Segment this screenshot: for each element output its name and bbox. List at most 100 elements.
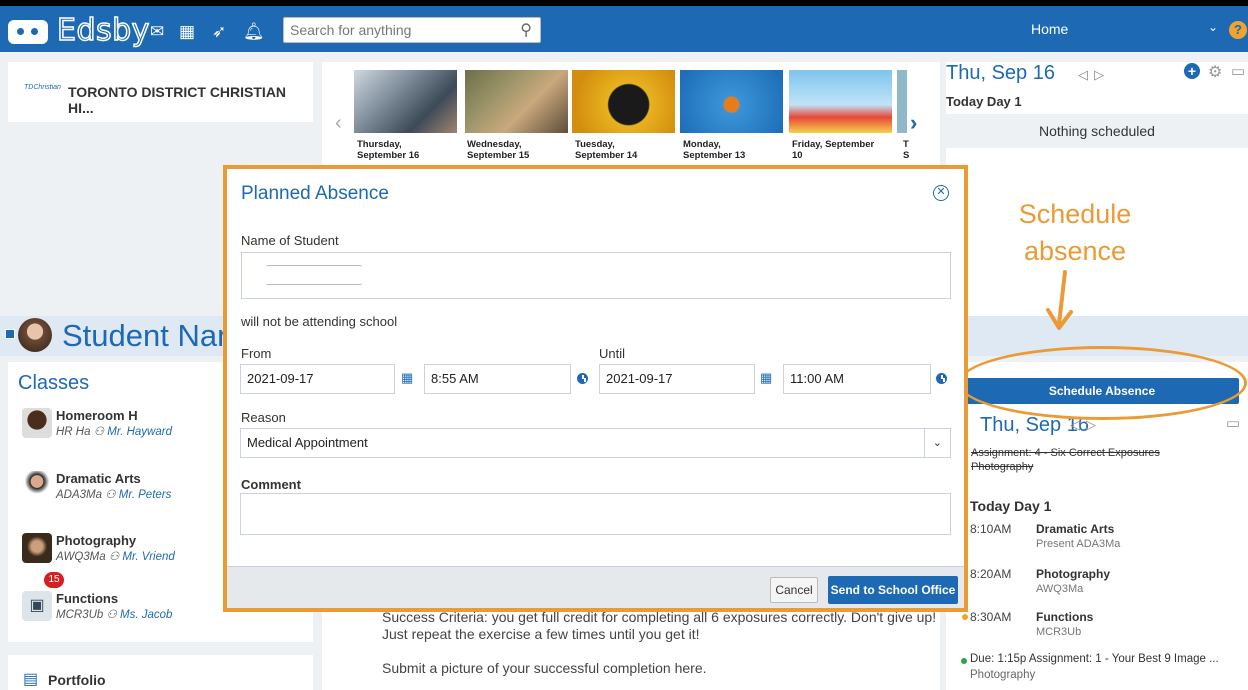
teacher-link[interactable]: Mr. Peters: [119, 489, 172, 501]
search-input[interactable]: [290, 22, 510, 38]
select-checkbox[interactable]: [5, 329, 15, 339]
clock-icon[interactable]: [936, 373, 947, 384]
portfolio-card[interactable]: ▤ Portfolio: [8, 655, 313, 690]
carousel-prev-icon[interactable]: ‹: [335, 112, 342, 135]
class-name[interactable]: Dramatic Arts: [56, 471, 141, 486]
calendar-icon[interactable]: ▦: [179, 22, 195, 42]
reason-select[interactable]: Medical Appointment ⌄: [240, 428, 951, 458]
search-icon[interactable]: ⚲: [520, 20, 532, 40]
student-chip[interactable]: [266, 265, 362, 285]
due-item-class: Photography: [970, 669, 1036, 681]
from-date-input[interactable]: 2021-09-17: [240, 364, 395, 394]
today-label: Today Day 1: [970, 498, 1052, 514]
presentation-icon: ▣: [22, 591, 52, 621]
calendar-widget: Thu, Sep 16 ◁▷ + ⚙ ▭ Today Day 1 Nothing…: [946, 62, 1248, 322]
clock-icon[interactable]: [577, 373, 588, 384]
comment-textarea[interactable]: [240, 493, 951, 535]
reason-label: Reason: [241, 410, 286, 425]
school-logo: TDChristian: [24, 84, 61, 91]
teacher-icon: ⚇: [106, 609, 117, 621]
teacher-link[interactable]: Ms. Jacob: [120, 609, 172, 621]
portfolio-label[interactable]: Portfolio: [48, 672, 106, 688]
notification-badge: 15: [44, 572, 64, 588]
due-item[interactable]: Due: 1:15p Assignment: 1 - Your Best 9 I…: [970, 653, 1240, 665]
class-avatar: [22, 533, 52, 563]
rocket-icon[interactable]: ➶: [212, 22, 226, 42]
calendar-icon[interactable]: ▦: [401, 370, 413, 386]
class-avatar: [22, 471, 52, 501]
carousel-caption: Thursday, September 16: [357, 139, 420, 161]
annotation-highlight: [958, 346, 1247, 420]
event-name[interactable]: Photography: [1036, 567, 1110, 581]
calendar-view-icon[interactable]: ▭: [1231, 62, 1245, 80]
student-avatar[interactable]: [18, 318, 52, 352]
document-icon: ▤: [23, 671, 39, 688]
gear-icon[interactable]: ⚙: [1208, 62, 1222, 82]
bell-icon[interactable]: 🔔︎: [243, 22, 265, 42]
student-name-field[interactable]: [241, 252, 951, 299]
carousel-next-icon[interactable]: ›: [910, 110, 917, 136]
chevron-down-icon[interactable]: ⌄: [933, 429, 942, 457]
mail-icon[interactable]: ✉: [150, 22, 164, 42]
carousel-thumbnail[interactable]: [572, 70, 675, 133]
until-time-input[interactable]: 11:00 AM: [783, 364, 931, 394]
calendar-icon[interactable]: ▦: [760, 370, 772, 386]
carousel-caption: Wednesday, September 15: [467, 139, 530, 161]
empty-schedule: Nothing scheduled: [946, 114, 1248, 148]
carousel-thumbnail[interactable]: [897, 70, 907, 133]
search-box[interactable]: ⚲: [283, 17, 541, 43]
event-name[interactable]: Functions: [1036, 610, 1093, 624]
carousel-thumbnail[interactable]: [789, 70, 892, 133]
send-to-school-office-button[interactable]: Send to School Office: [828, 576, 958, 604]
carousel-thumbnail[interactable]: [680, 70, 783, 133]
teacher-link[interactable]: Mr. Vriend: [122, 551, 174, 563]
assignment-item[interactable]: Assignment: 4 - Six Correct Exposures Ph…: [971, 446, 1211, 474]
carousel-caption: Monday, September 13: [683, 139, 746, 161]
teacher-icon: ⚇: [105, 489, 116, 501]
until-date-input[interactable]: 2021-09-17: [599, 364, 755, 394]
from-label: From: [241, 346, 272, 361]
annotation-arrow-icon: [1046, 270, 1073, 330]
calendar-view-icon[interactable]: ▭: [1226, 414, 1240, 432]
carousel-caption: TS: [903, 139, 910, 161]
annotation-label: Schedule absence: [1018, 199, 1132, 266]
event-time: 8:20AM: [970, 567, 1012, 581]
status-dot: [962, 614, 968, 620]
planned-absence-dialog: Planned Absence ✕ Name of Student will n…: [223, 165, 968, 612]
school-name[interactable]: TORONTO DISTRICT CHRISTIAN HI...: [68, 84, 313, 116]
carousel-thumbnail[interactable]: [465, 70, 568, 133]
class-code-line: HR Ha ⚇ Mr. Hayward: [56, 426, 172, 438]
calendar-nav-icon[interactable]: ◁▷: [1078, 67, 1110, 83]
class-avatar: [22, 408, 52, 438]
carousel-thumbnail[interactable]: [354, 70, 457, 133]
event-detail: MCR3Ub: [1036, 626, 1082, 638]
add-event-icon[interactable]: +: [1184, 63, 1200, 79]
carousel-caption: Friday, September 10: [792, 139, 875, 161]
top-nav-bar: Edsby ✉ ▦ ➶ 🔔︎ ⚲ Home ⌄ ?: [0, 0, 1248, 52]
close-icon[interactable]: ✕: [933, 185, 949, 201]
teacher-link[interactable]: Mr. Hayward: [107, 426, 172, 438]
status-dot: [961, 658, 967, 664]
event-name[interactable]: Dramatic Arts: [1036, 522, 1114, 536]
school-card[interactable]: TDChristian TORONTO DISTRICT CHRISTIAN H…: [8, 62, 313, 122]
edsby-logo-icon[interactable]: [8, 20, 48, 44]
classes-heading: Classes: [18, 372, 90, 394]
cancel-button[interactable]: Cancel: [770, 577, 818, 603]
class-name[interactable]: Photography: [56, 533, 136, 548]
class-name[interactable]: Functions: [56, 591, 118, 606]
class-code-line: AWQ3Ma ⚇ Mr. Vriend: [56, 551, 175, 563]
chevron-down-icon[interactable]: ⌄: [1208, 20, 1218, 34]
until-label: Until: [599, 346, 626, 361]
calendar-date: Thu, Sep 16: [946, 62, 1055, 84]
feed-post: Success Criteria: you get full credit fo…: [322, 600, 940, 690]
class-name[interactable]: Homeroom H: [56, 408, 138, 423]
teacher-icon: ⚇: [93, 426, 105, 438]
dialog-footer: Cancel Send to School Office: [227, 566, 964, 608]
home-menu-label[interactable]: Home: [1031, 21, 1068, 37]
carousel-caption: Tuesday, September 14: [575, 139, 638, 161]
browser-strip: [0, 0, 1248, 6]
help-icon[interactable]: ?: [1229, 21, 1247, 39]
from-time-input[interactable]: 8:55 AM: [424, 364, 571, 394]
brand-logo[interactable]: Edsby: [56, 12, 150, 49]
today-label: Today Day 1: [946, 94, 1022, 109]
